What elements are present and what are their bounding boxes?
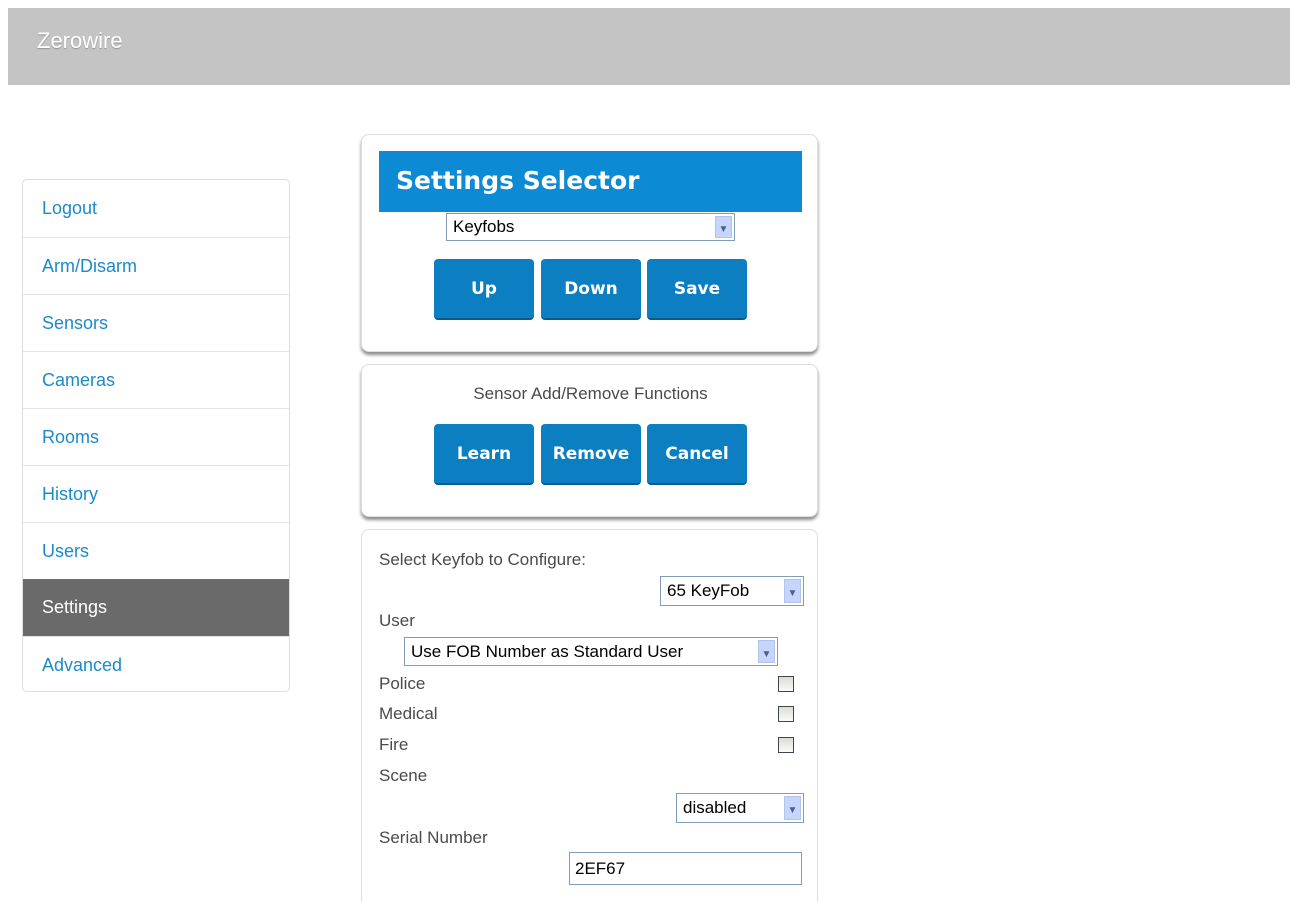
keyfob-config-panel: Select Keyfob to Configure: 65 KeyFob ▼ … [361,529,818,902]
sidebar-item-sensors[interactable]: Sensors [23,294,289,351]
settings-selector-panel: Settings Selector Keyfobs ▼ Up Down Save [361,134,818,352]
sidebar-item-history[interactable]: History [23,465,289,522]
cancel-button[interactable]: Cancel [647,424,747,485]
scene-select-value: disabled [683,798,747,817]
sidebar-nav: Logout Arm/Disarm Sensors Cameras Rooms … [22,179,290,692]
medical-checkbox[interactable] [778,706,794,722]
scene-label: Scene [379,766,428,785]
chevron-down-icon: ▼ [784,579,801,603]
app-title: Zerowire [37,28,123,53]
user-select-value: Use FOB Number as Standard User [411,642,684,661]
keyfob-select[interactable]: 65 KeyFob ▼ [660,576,804,606]
sidebar-item-logout[interactable]: Logout [23,180,289,237]
down-button[interactable]: Down [541,259,641,320]
up-button[interactable]: Up [434,259,534,320]
scene-select[interactable]: disabled ▼ [676,793,804,823]
sidebar-item-arm-disarm[interactable]: Arm/Disarm [23,237,289,294]
police-label: Police [379,674,426,693]
save-button[interactable]: Save [647,259,747,320]
sidebar-item-settings[interactable]: Settings [23,579,289,636]
select-keyfob-label: Select Keyfob to Configure: [379,550,586,569]
user-label: User [379,611,415,630]
keyfob-select-value: 65 KeyFob [667,581,750,600]
sensor-functions-caption: Sensor Add/Remove Functions [473,384,708,403]
serial-number-label: Serial Number [379,828,488,847]
fire-checkbox[interactable] [778,737,794,753]
chevron-down-icon: ▼ [758,640,775,663]
medical-label: Medical [379,704,438,723]
serial-number-field[interactable]: 2EF67 [569,852,802,885]
remove-button[interactable]: Remove [541,424,641,485]
sidebar-item-cameras[interactable]: Cameras [23,351,289,408]
sidebar-item-advanced[interactable]: Advanced [23,636,289,691]
learn-button[interactable]: Learn [434,424,534,485]
fire-label: Fire [379,735,409,754]
sidebar-item-rooms[interactable]: Rooms [23,408,289,465]
settings-category-value: Keyfobs [453,217,515,236]
police-checkbox[interactable] [778,676,794,692]
chevron-down-icon: ▼ [715,216,732,238]
chevron-down-icon: ▼ [784,796,801,820]
settings-selector-title: Settings Selector [379,151,802,212]
top-bar: Zerowire [8,8,1290,85]
user-select[interactable]: Use FOB Number as Standard User ▼ [404,637,778,666]
sidebar-item-users[interactable]: Users [23,522,289,579]
settings-category-select[interactable]: Keyfobs ▼ [446,213,735,241]
sensor-functions-panel: Sensor Add/Remove Functions Learn Remove… [361,364,818,517]
